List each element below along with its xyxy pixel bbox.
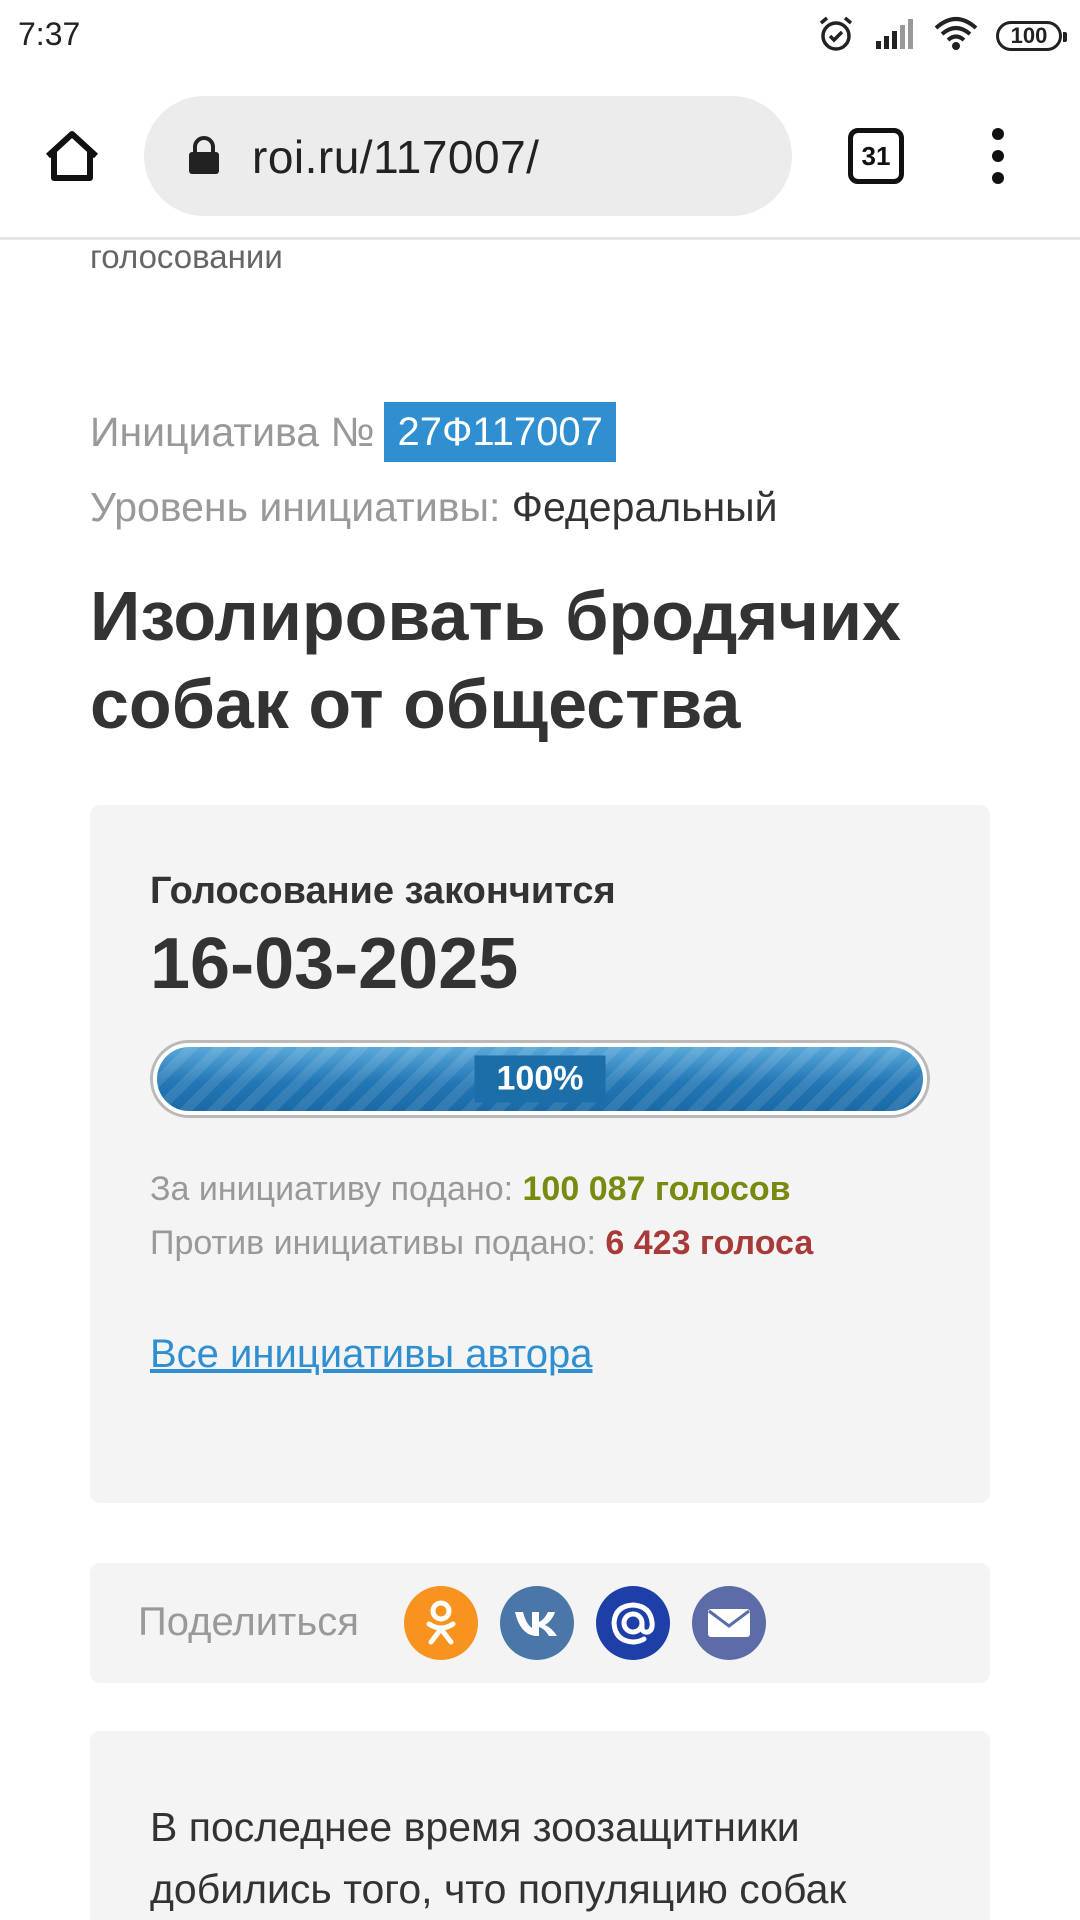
share-email-button[interactable] (692, 1586, 766, 1660)
email-icon (708, 1609, 750, 1637)
mailru-icon (611, 1602, 655, 1645)
status-icons: 100 (816, 14, 1067, 59)
alarm-icon (816, 14, 856, 59)
level-value: Федеральный (511, 484, 778, 530)
votes-for: За инициативу подано: 100 087 голосов (150, 1170, 791, 1209)
level-label: Уровень инициативы: (90, 484, 501, 530)
votes-against-value: 6 423 голоса (605, 1224, 814, 1262)
browser-toolbar: roi.ru/117007/ 31 (0, 72, 1080, 240)
url-text[interactable]: roi.ru/117007/ (252, 130, 539, 184)
share-vk-button[interactable] (500, 1586, 574, 1660)
progress-fill: 100% (157, 1047, 923, 1111)
vote-card: Голосование закончится 16-03-2025 100% З… (90, 805, 990, 1503)
share-mailru-button[interactable] (596, 1586, 670, 1660)
more-menu-button[interactable] (978, 120, 1018, 192)
description-text: В последнее время зоозащитники добились … (150, 1804, 847, 1912)
description-card: В последнее время зоозащитники добились … (90, 1731, 990, 1920)
votes-for-value: 100 087 голосов (522, 1170, 791, 1208)
status-bar: 7:37 100 (0, 0, 1080, 72)
initiative-label: Инициатива № (90, 408, 375, 455)
menu-dot (992, 172, 1004, 184)
vote-progress-bar: 100% (150, 1040, 930, 1118)
page-title: Изолировать бродячих собак от общества (90, 577, 901, 743)
vote-end-date: 16-03-2025 (150, 924, 519, 1004)
lock-icon (189, 136, 219, 174)
votes-for-label: За инициативу подано: (150, 1170, 514, 1208)
home-icon (45, 131, 99, 181)
progress-label: 100% (474, 1055, 606, 1103)
votes-against: Против инициативы подано: 6 423 голоса (150, 1224, 813, 1263)
url-bar[interactable]: roi.ru/117007/ (144, 96, 792, 216)
status-time: 7:37 (18, 16, 81, 52)
odnoklassniki-icon (426, 1600, 456, 1645)
initiative-id-badge: 27Ф117007 (384, 402, 616, 462)
battery-icon: 100 (996, 21, 1067, 51)
author-initiatives-link[interactable]: Все инициативы автора (150, 1332, 592, 1377)
wifi-icon (934, 16, 978, 57)
initiative-level-line: Уровень инициативы: Федеральный (90, 484, 778, 531)
home-button[interactable] (38, 122, 106, 190)
more-vert-icon (992, 128, 1004, 140)
share-odnoklassniki-button[interactable] (404, 1586, 478, 1660)
tabs-button[interactable]: 31 (848, 128, 904, 184)
share-card: Поделиться (90, 1563, 990, 1683)
truncated-text: голосовании (90, 238, 283, 275)
share-label: Поделиться (138, 1600, 359, 1644)
votes-against-label: Против инициативы подано: (150, 1224, 596, 1262)
signal-icon (874, 17, 916, 56)
vote-end-label: Голосование закончится (150, 870, 616, 912)
menu-dot (992, 150, 1004, 162)
initiative-number-line: Инициатива № 27Ф117007 (90, 402, 616, 462)
vk-icon (515, 1612, 557, 1636)
tabs-count: 31 (861, 140, 891, 171)
